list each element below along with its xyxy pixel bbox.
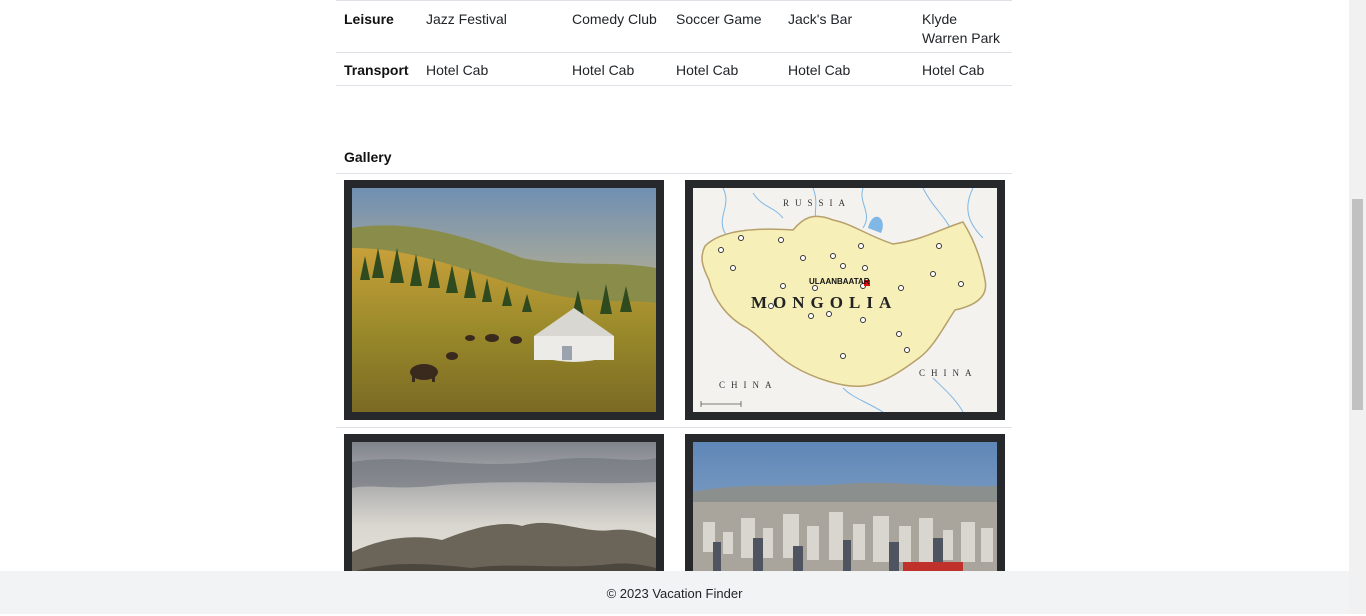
page-footer: © 2023 Vacation Finder [0, 571, 1349, 614]
table-cell: Comedy Club [572, 11, 657, 27]
mongolia-map-image: ULAANBAATAR MONGOLIA RUSSIA CHINA CHINA [693, 188, 997, 412]
scrollbar-thumb[interactable] [1352, 199, 1363, 410]
table-cell: Hotel Cab [922, 62, 985, 78]
map-southwest-label: CHINA [719, 380, 778, 390]
map-country-label: MONGOLIA [751, 293, 897, 312]
table-cell: Hotel Cab [788, 62, 851, 78]
table-cell: Hotel Cab [676, 62, 739, 78]
page-scrollbar[interactable] [1349, 0, 1366, 614]
table-cell: Klyde Warren Park [922, 11, 1001, 46]
gallery-image-2[interactable]: ULAANBAATAR MONGOLIA RUSSIA CHINA CHINA [685, 180, 1005, 420]
table-row: Leisure Jazz Festival Comedy Club Soccer… [336, 0, 1012, 53]
table-cell: Jazz Festival [426, 11, 507, 27]
gallery-image-1[interactable] [344, 180, 664, 420]
mongolia-steppe-yurt-photo [352, 188, 656, 412]
row-label-leisure: Leisure [344, 11, 394, 27]
table-cell: Soccer Game [676, 11, 762, 27]
gallery-divider [336, 427, 1012, 428]
footer-copyright: © 2023 Vacation Finder [606, 586, 743, 601]
map-north-label: RUSSIA [783, 198, 851, 208]
mongolia-mountains-photo [352, 442, 656, 592]
table-row: Transport Hotel Cab Hotel Cab Hotel Cab … [336, 52, 1012, 86]
schedule-section: Leisure Jazz Festival Comedy Club Soccer… [336, 0, 1012, 86]
row-label-transport: Transport [344, 62, 409, 78]
table-cell: Jack's Bar [788, 11, 853, 27]
table-cell: Hotel Cab [572, 62, 635, 78]
map-southeast-label: CHINA [919, 368, 978, 378]
ulaanbaatar-city-photo [693, 442, 997, 592]
table-cell: Hotel Cab [426, 62, 489, 78]
gallery-title: Gallery [336, 142, 1012, 174]
map-capital-label: ULAANBAATAR [809, 277, 870, 286]
itinerary-table: Leisure Jazz Festival Comedy Club Soccer… [336, 0, 1012, 86]
